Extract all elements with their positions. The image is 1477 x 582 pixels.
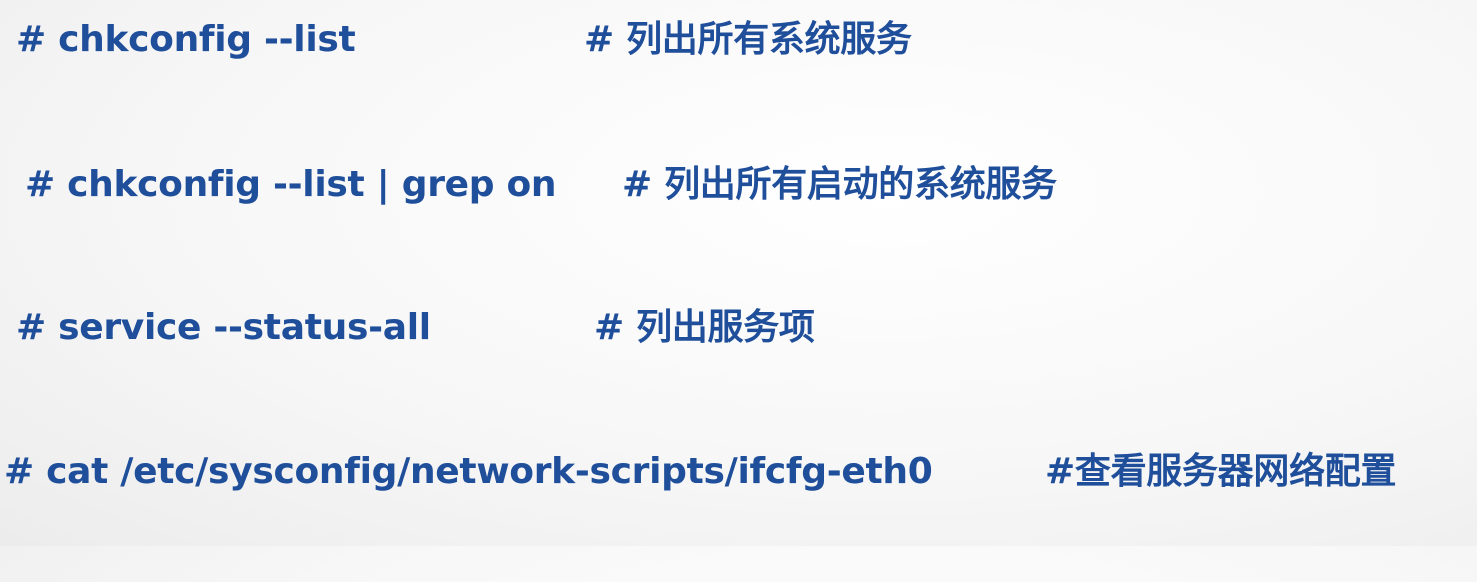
command-comment: # 列出服务项	[594, 307, 815, 348]
command-text: # service --status-all	[16, 307, 431, 348]
command-line-4: # cat /etc/sysconfig/network-scripts/ifc…	[0, 450, 1396, 582]
command-comment: # 列出所有系统服务	[584, 19, 912, 60]
command-line-1: # chkconfig --list # 列出所有系统服务	[0, 18, 912, 150]
command-comment: #查看服务器网络配置	[1045, 451, 1397, 492]
command-text: # chkconfig --list	[16, 19, 356, 60]
command-line-2: # chkconfig --list | grep on # 列出所有启动的系统…	[0, 163, 1057, 295]
command-text: # cat /etc/sysconfig/network-scripts/ifc…	[4, 451, 933, 492]
command-line-3: # service --status-all # 列出服务项	[0, 306, 815, 438]
command-comment: # 列出所有启动的系统服务	[622, 164, 1057, 205]
command-text: # chkconfig --list | grep on	[25, 164, 557, 205]
